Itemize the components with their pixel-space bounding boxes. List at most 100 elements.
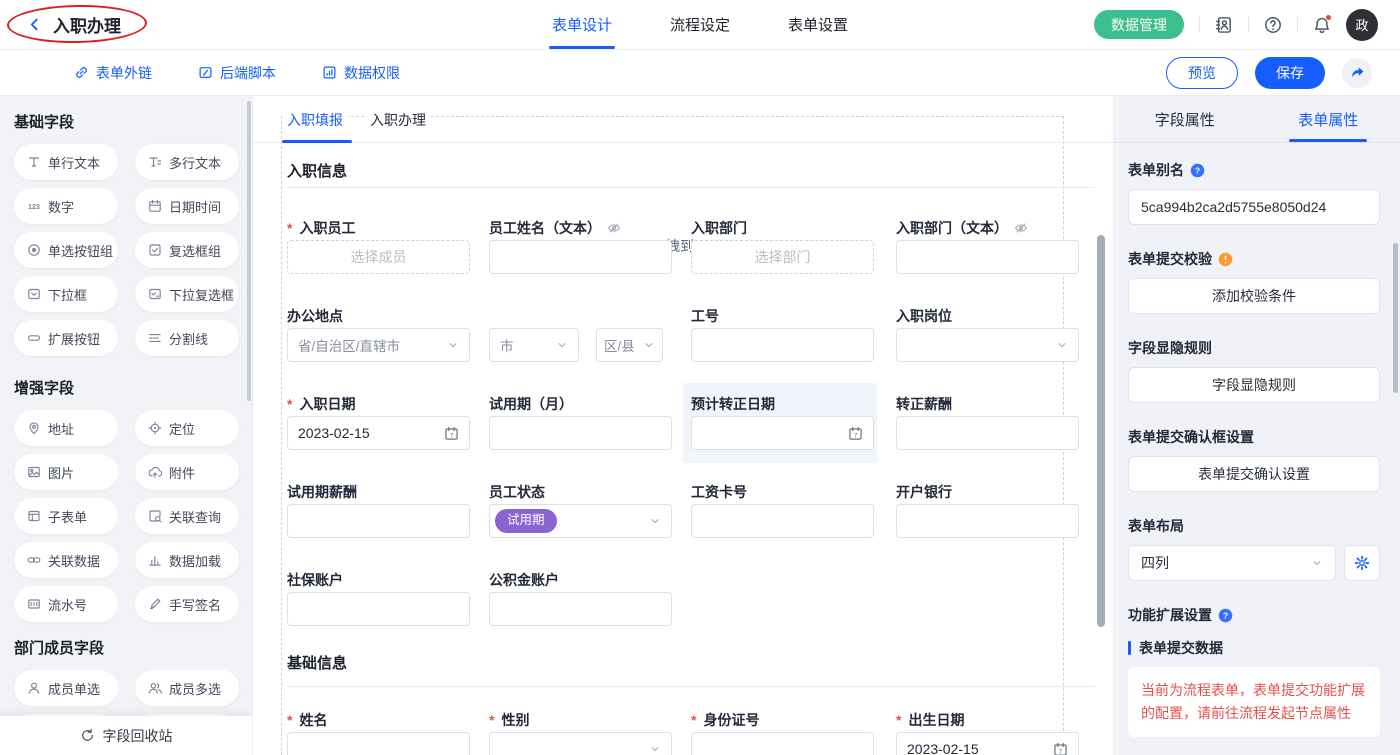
flow-form-warning-card: 当前为流程表单，表单提交功能扩展的配置，请前往流程发起节点属性 — [1128, 667, 1380, 737]
layout-settings-button[interactable] — [1344, 545, 1380, 581]
tab-flow-setting[interactable]: 流程设定 — [670, 0, 730, 49]
field-button-location[interactable]: 定位 — [135, 410, 239, 446]
field-button-data-load[interactable]: 数据加载 — [135, 542, 239, 578]
field-button-datetime[interactable]: 日期时间 — [135, 188, 239, 224]
form-field-salary-card: 工资卡号 — [691, 482, 752, 502]
canvas-tab-onboard-handle[interactable]: 入职办理 — [365, 108, 431, 132]
share-button[interactable] — [1342, 58, 1372, 88]
submit-data-group: 表单提交数据 — [1128, 638, 1380, 658]
help-icon[interactable] — [1264, 16, 1282, 34]
chevron-left-icon — [27, 17, 42, 32]
district-select[interactable]: 区/县 — [596, 328, 663, 362]
sidebar-scrollbar[interactable] — [247, 101, 251, 401]
field-button-attachment[interactable]: 附件 — [135, 454, 239, 490]
submit-confirm-button[interactable]: 表单提交确认设置 — [1128, 456, 1380, 492]
form-field-onboard-position: 入职岗位 — [896, 306, 957, 326]
birth-date-input[interactable]: 2023-02-157 — [896, 732, 1079, 755]
calendar-icon: 7 — [1053, 742, 1068, 755]
employee-status-select[interactable]: 试用期 — [489, 504, 672, 538]
field-button-signature[interactable]: 手写签名 — [135, 586, 239, 622]
save-button[interactable]: 保存 — [1255, 57, 1325, 89]
field-button-lookup-query[interactable]: 关联查询 — [135, 498, 239, 534]
onboard-date-input[interactable]: 2023-02-157 — [287, 416, 470, 450]
chevron-down-icon — [643, 339, 655, 351]
field-button-linked-data[interactable]: 关联数据 — [14, 542, 118, 578]
salary-card-input[interactable] — [691, 504, 874, 538]
notification-dot — [1325, 14, 1332, 21]
field-button-image[interactable]: 图片 — [14, 454, 118, 490]
field-button-radio-group[interactable]: 单选按钮组 — [14, 232, 118, 268]
top-header: 入职办理 表单设计 流程设定 表单设置 数据管理 政 — [0, 0, 1400, 50]
avatar[interactable]: 政 — [1346, 9, 1378, 41]
job-number-input[interactable] — [691, 328, 874, 362]
address-book-icon[interactable] — [1215, 16, 1233, 34]
member-multi-icon — [148, 681, 162, 695]
field-button-single-line-text[interactable]: 单行文本 — [14, 144, 118, 180]
backend-script-button[interactable]: 后端脚本 — [198, 63, 276, 83]
form-field-housing-fund: 公积金账户 — [489, 570, 564, 590]
id-number-input[interactable] — [691, 732, 874, 755]
field-button-address[interactable]: 地址 — [14, 410, 118, 446]
position-select[interactable] — [896, 328, 1079, 362]
field-button-member-multi[interactable]: 成员多选 — [135, 670, 239, 706]
form-field-job-number: 工号 — [691, 306, 724, 326]
field-button-select[interactable]: 下拉框 — [14, 276, 118, 312]
header-actions: 数据管理 政 — [1094, 9, 1400, 41]
employee-name-input[interactable] — [489, 240, 672, 274]
section-divider — [287, 686, 1095, 687]
panel-scrollbar[interactable] — [1393, 243, 1398, 393]
data-manage-button[interactable]: 数据管理 — [1094, 10, 1184, 39]
canvas-scrollbar[interactable] — [1097, 235, 1105, 627]
toolbar-actions: 预览 保存 — [1166, 57, 1400, 89]
form-external-link-button[interactable]: 表单外链 — [74, 63, 152, 83]
back-button[interactable]: 入职办理 — [0, 12, 121, 37]
data-load-icon — [148, 553, 162, 567]
field-button-multi-line-text[interactable]: 多行文本 — [135, 144, 239, 180]
field-button-multi-select[interactable]: 下拉复选框 — [135, 276, 239, 312]
notification-bell-icon[interactable] — [1313, 16, 1331, 34]
probation-months-input[interactable] — [489, 416, 672, 450]
field-button-divider-line[interactable]: 分割线 — [135, 320, 239, 356]
data-permission-button[interactable]: 数据权限 — [322, 63, 400, 83]
form-layout-row: 四列 — [1128, 545, 1380, 581]
calendar-icon: 7 — [444, 426, 459, 441]
field-button-extend-button[interactable]: 扩展按钮 — [14, 320, 118, 356]
add-validation-button[interactable]: 添加校验条件 — [1128, 278, 1380, 314]
tab-form-setting[interactable]: 表单设置 — [788, 0, 848, 49]
dept-text-input[interactable] — [896, 240, 1079, 274]
dept-picker-input[interactable]: 选择部门 — [691, 240, 874, 274]
question-circle-icon[interactable]: ? — [1218, 608, 1233, 623]
canvas-tab-onboard-fill[interactable]: 入职填报 — [282, 108, 348, 132]
name-input[interactable] — [287, 732, 470, 755]
preview-button[interactable]: 预览 — [1166, 57, 1238, 89]
tab-form-properties[interactable]: 表单属性 — [1257, 96, 1400, 142]
housing-fund-input[interactable] — [489, 592, 672, 626]
field-button-checkbox-group[interactable]: 复选框组 — [135, 232, 239, 268]
city-select[interactable]: 市 — [489, 328, 579, 362]
tab-form-design[interactable]: 表单设计 — [552, 0, 612, 49]
gender-select[interactable] — [489, 732, 672, 755]
probation-salary-input[interactable] — [287, 504, 470, 538]
province-select[interactable]: 省/自治区/直辖市 — [287, 328, 470, 362]
regular-salary-input[interactable] — [896, 416, 1079, 450]
checkbox-group-icon — [148, 243, 162, 257]
expected-regular-date-input[interactable]: 7 — [691, 416, 874, 450]
member-picker-input[interactable]: 选择成员 — [287, 240, 470, 274]
canvas-tab-bar: 入职填报 入职办理 — [253, 96, 1113, 143]
field-button-subform[interactable]: 子表单 — [14, 498, 118, 534]
field-button-number[interactable]: 123数字 — [14, 188, 118, 224]
form-field-employee-name-text: 员工姓名（文本） — [489, 218, 626, 238]
field-visibility-button[interactable]: 字段显隐规则 — [1128, 367, 1380, 403]
warning-circle-icon[interactable] — [1218, 252, 1233, 267]
form-alias-input[interactable]: 5ca994b2ca2d5755e8050d24 — [1128, 189, 1380, 225]
form-field-probation-months: 试用期（月） — [489, 394, 578, 414]
social-security-input[interactable] — [287, 592, 470, 626]
gear-icon — [1354, 555, 1370, 571]
question-circle-icon[interactable]: ? — [1190, 163, 1205, 178]
field-button-serial-number[interactable]: 流水号 — [14, 586, 118, 622]
tab-field-properties[interactable]: 字段属性 — [1113, 96, 1257, 142]
bank-input[interactable] — [896, 504, 1079, 538]
field-recycle-bin[interactable]: 字段回收站 — [0, 716, 252, 755]
layout-select[interactable]: 四列 — [1128, 545, 1336, 581]
field-button-member-single[interactable]: 成员单选 — [14, 670, 118, 706]
